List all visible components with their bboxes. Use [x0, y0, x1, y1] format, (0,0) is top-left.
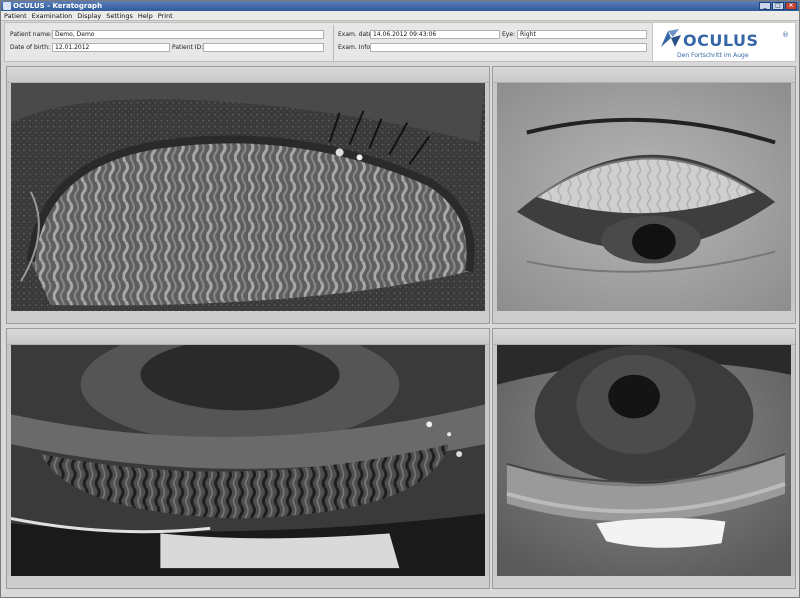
patient-id-label: Patient ID:	[172, 44, 204, 51]
exam-date-field[interactable]: 14.06.2012 09:43:06	[370, 30, 500, 39]
panel-header	[493, 329, 795, 345]
close-icon[interactable]: ×	[785, 2, 797, 10]
menu-bar: Patient Examination Display Settings Hel…	[1, 11, 799, 21]
panel-upper-eye[interactable]	[492, 66, 796, 324]
exam-date-label: Exam. date:	[338, 31, 375, 38]
menu-help[interactable]: Help	[138, 11, 153, 20]
panel-footer	[7, 576, 489, 588]
panel-lower-lid[interactable]	[6, 328, 490, 589]
patient-name-field[interactable]: Demo, Demo	[52, 30, 324, 39]
dob-field[interactable]: 12.01.2012	[52, 43, 170, 52]
exam-info-field[interactable]	[370, 43, 647, 52]
menu-patient[interactable]: Patient	[4, 11, 27, 20]
eye-field[interactable]: Right	[517, 30, 647, 39]
oculus-logo: OCULUS ® Den Fortschritt im Auge	[652, 22, 796, 62]
panel-footer	[493, 311, 795, 323]
upper-lid-meibography-image[interactable]	[11, 83, 485, 311]
logo-mark-icon	[661, 29, 681, 47]
app-icon	[3, 2, 11, 10]
exam-info-label: Exam. Info:	[338, 44, 373, 51]
dob-label: Date of birth:	[10, 44, 51, 51]
patient-name-label: Patient name:	[10, 31, 52, 38]
app-window: OCULUS - Keratograph _ □ × Patient Exami…	[0, 0, 800, 598]
logo-tagline: Den Fortschritt im Auge	[677, 52, 749, 59]
title-bar: OCULUS - Keratograph _ □ ×	[1, 1, 799, 11]
menu-display[interactable]: Display	[77, 11, 101, 20]
panel-footer	[7, 311, 489, 323]
upper-eye-photo-image[interactable]	[497, 83, 791, 311]
divider	[333, 25, 334, 61]
window-title: OCULUS - Keratograph	[13, 2, 103, 10]
panel-footer	[493, 576, 795, 588]
panel-lower-eye[interactable]	[492, 328, 796, 589]
patient-id-field[interactable]	[203, 43, 324, 52]
panel-upper-lid[interactable]	[6, 66, 490, 324]
eye-label: Eye:	[502, 31, 516, 38]
logo-text: OCULUS	[683, 31, 759, 50]
menu-settings[interactable]: Settings	[106, 11, 133, 20]
menu-print[interactable]: Print	[158, 11, 173, 20]
lower-eye-photo-image[interactable]	[497, 345, 791, 576]
panel-header	[493, 67, 795, 83]
registered-mark: ®	[782, 31, 789, 39]
minimize-icon[interactable]: _	[759, 2, 771, 10]
menu-examination[interactable]: Examination	[32, 11, 73, 20]
panel-header	[7, 67, 489, 83]
panel-header	[7, 329, 489, 345]
lower-lid-meibography-image[interactable]	[11, 345, 485, 576]
maximize-icon[interactable]: □	[772, 2, 784, 10]
